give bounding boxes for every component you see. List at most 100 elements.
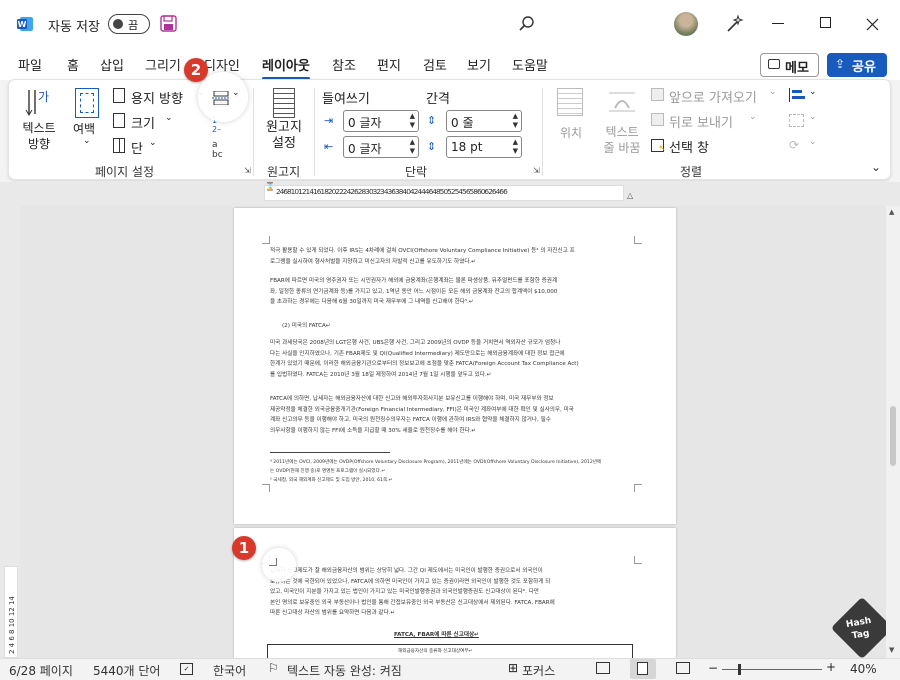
footnotes[interactable]: ⁴ 2011년에는 OVCI, 2009년에는 OVDP(Offshore Vo… (270, 458, 638, 486)
orientation-button[interactable]: 용지 방향 ⌄ (113, 86, 209, 108)
spinner-arrows-icon[interactable]: ▲ ▼ (513, 138, 518, 156)
hyphenation-icon[interactable]: a bc (212, 140, 230, 160)
document-page[interactable]: 납세자 신고제도가 잘 해외금융자산의 범위는 상당히 넓다. 그간 QI 제도… (234, 528, 676, 658)
summary-table[interactable]: 해외금융자산의 종류와 신고대상여부↵ (267, 644, 633, 658)
selection-pane-button[interactable]: ↖ 선택 창 (651, 136, 731, 156)
manuscript-setup-label: 원고지 설정 (266, 120, 302, 151)
group-separator (542, 88, 543, 176)
margins-button[interactable]: 여백 ⌄ (67, 86, 107, 160)
scroll-up-icon[interactable]: ▲ (889, 208, 894, 216)
svg-text:가: 가 (38, 90, 49, 104)
tab-home[interactable]: 홈 (67, 55, 79, 74)
zoom-slider-thumb[interactable] (738, 664, 741, 675)
web-layout-icon[interactable] (676, 662, 690, 674)
minimize-icon[interactable] (772, 23, 784, 24)
close-icon[interactable] (866, 16, 879, 31)
indent-right-icon: ⇤ (324, 140, 334, 153)
manuscript-icon (273, 88, 295, 118)
maximize-icon[interactable] (820, 17, 831, 28)
focus-icon[interactable]: ⊞ (508, 661, 518, 675)
crop-mark (634, 556, 642, 564)
breaks-icon[interactable] (212, 90, 230, 106)
page-count[interactable]: 6/28 페이지 (9, 662, 73, 679)
spinner-arrows-icon[interactable]: ▲ ▼ (410, 112, 415, 130)
autocomplete-status[interactable]: 텍스트 자동 완성: 켜짐 (287, 662, 402, 679)
language[interactable]: 한국어 (213, 662, 246, 679)
chevron-down-icon: ⌄ (83, 136, 91, 146)
search-icon[interactable] (518, 15, 536, 33)
zoom-level[interactable]: 40% (850, 662, 877, 676)
spinner-arrows-icon[interactable]: ▲ ▼ (513, 112, 518, 130)
tab-help[interactable]: 도움말 (512, 55, 548, 74)
body-paragraph[interactable]: FBAR에 따르면 미국의 영주권자 또는 시민권자가 해외에 금융계좌(은행계… (270, 276, 638, 308)
print-layout-icon[interactable] (630, 659, 656, 679)
body-paragraph[interactable]: 미국 과세당국은 2008년의 LGT은행 사건, UBS은행 사건, 그리고 … (270, 338, 638, 381)
read-mode-icon[interactable] (596, 662, 610, 674)
table-title[interactable]: FATCA, FBAR에 따른 신고대상↵ (394, 630, 534, 641)
accessibility-icon[interactable]: ⚐ (268, 661, 279, 675)
document-page[interactable]: 적극 활용할 수 있게 되었다. 이후 IRS는 4차례에 걸쳐 OVCI(Of… (234, 208, 676, 524)
autosave-toggle[interactable]: 끔 (108, 14, 150, 34)
chevron-down-icon[interactable]: ⌄ (809, 87, 817, 97)
chevron-down-icon[interactable]: ⌄ (232, 88, 240, 98)
position-icon (557, 88, 583, 116)
collapse-ribbon-chevron-icon[interactable]: ⌄ (871, 160, 881, 174)
section-heading[interactable]: (2) 미국의 FATCA↵ (282, 321, 482, 332)
tab-review[interactable]: 검토 (423, 55, 447, 74)
document-canvas[interactable]: 적극 활용할 수 있게 되었다. 이후 IRS는 4차례에 걸쳐 OVCI(Of… (0, 206, 886, 658)
body-paragraph[interactable]: FATCA에 의하면, 납세자는 해외금융자산에 대한 신고와 해외투자회사지분… (270, 394, 638, 437)
autosave-label: 자동 저장 (48, 20, 100, 35)
right-indent-marker-icon[interactable]: △ (627, 191, 633, 200)
vertical-scrollbar[interactable]: ▲ ▼ (886, 206, 900, 658)
status-bar: 6/28 페이지 5440개 단어 ✓ 한국어 ⚐ 텍스트 자동 완성: 켜짐 … (0, 658, 900, 680)
chevron-down-icon: ⌄ (149, 138, 157, 148)
tab-insert[interactable]: 삽입 (100, 55, 124, 74)
focus-mode[interactable]: 포커스 (522, 662, 555, 679)
body-paragraph[interactable]: 납세자 신고제도가 잘 해외금융자산의 범위는 상당히 넓다. 그간 QI 제도… (270, 566, 638, 620)
proofing-icon[interactable]: ✓ (180, 663, 193, 675)
indent-left-input[interactable]: 0 글자 ▲ ▼ (343, 110, 419, 132)
comment-icon (768, 59, 780, 69)
share-button[interactable]: ⇪ 공유 (827, 53, 887, 77)
word-logo-icon[interactable]: W (17, 16, 33, 32)
dialog-launcher-icon[interactable]: ⇲ (244, 166, 251, 175)
size-button[interactable]: 크기 ⌄ (113, 111, 183, 133)
save-icon[interactable] (160, 15, 177, 32)
spacing-after-input[interactable]: 18 pt ▲ ▼ (446, 136, 522, 158)
chevron-down-icon: ⌄ (809, 137, 817, 147)
user-avatar[interactable] (674, 12, 698, 36)
tab-mailings[interactable]: 편지 (377, 55, 401, 74)
zoom-out-icon[interactable]: − (708, 661, 718, 675)
share-label: 공유 (852, 60, 876, 75)
text-direction-button[interactable]: 가 텍스트 방향 (15, 86, 63, 160)
tab-layout[interactable]: 레이아웃 (262, 55, 310, 80)
comments-button[interactable]: 메모 (760, 53, 819, 77)
tab-draw[interactable]: 그리기 (145, 55, 181, 74)
dialog-launcher-icon[interactable]: ⇲ (533, 166, 540, 175)
manuscript-setup-button[interactable]: 원고지 설정 (261, 86, 307, 160)
group-separator (253, 88, 254, 176)
tab-file[interactable]: 파일 (18, 55, 42, 74)
group-objects-icon (789, 114, 804, 127)
spacing-before-input[interactable]: 0 줄 ▲ ▼ (446, 110, 522, 132)
scroll-down-icon[interactable]: ▼ (889, 646, 894, 654)
word-count[interactable]: 5440개 단어 (93, 662, 160, 679)
spinner-arrows-icon[interactable]: ▲ ▼ (410, 138, 415, 156)
indent-right-input[interactable]: 0 글자 ▲ ▼ (343, 136, 419, 158)
autosave-state: 끔 (128, 19, 139, 32)
rotate-icon: ⟳ (789, 138, 800, 152)
columns-button[interactable]: 단 ⌄ (113, 136, 183, 158)
position-button: 위치 (547, 86, 593, 160)
svg-text:W: W (18, 20, 27, 29)
designer-wand-icon[interactable] (724, 14, 744, 34)
tab-view[interactable]: 보기 (467, 55, 491, 74)
zoom-in-icon[interactable]: + (826, 660, 836, 674)
first-line-indent-marker-icon[interactable]: ⌛ (265, 182, 275, 191)
zoom-slider[interactable] (722, 664, 822, 675)
tab-references[interactable]: 참조 (332, 55, 356, 74)
columns-icon (113, 138, 125, 153)
text-direction-label: 텍스트 방향 (22, 121, 56, 151)
align-icon[interactable] (789, 88, 805, 102)
body-paragraph[interactable]: 적극 활용할 수 있게 되었다. 이후 IRS는 4차례에 걸쳐 OVCI(Of… (270, 246, 638, 268)
scroll-thumb[interactable] (890, 406, 896, 466)
